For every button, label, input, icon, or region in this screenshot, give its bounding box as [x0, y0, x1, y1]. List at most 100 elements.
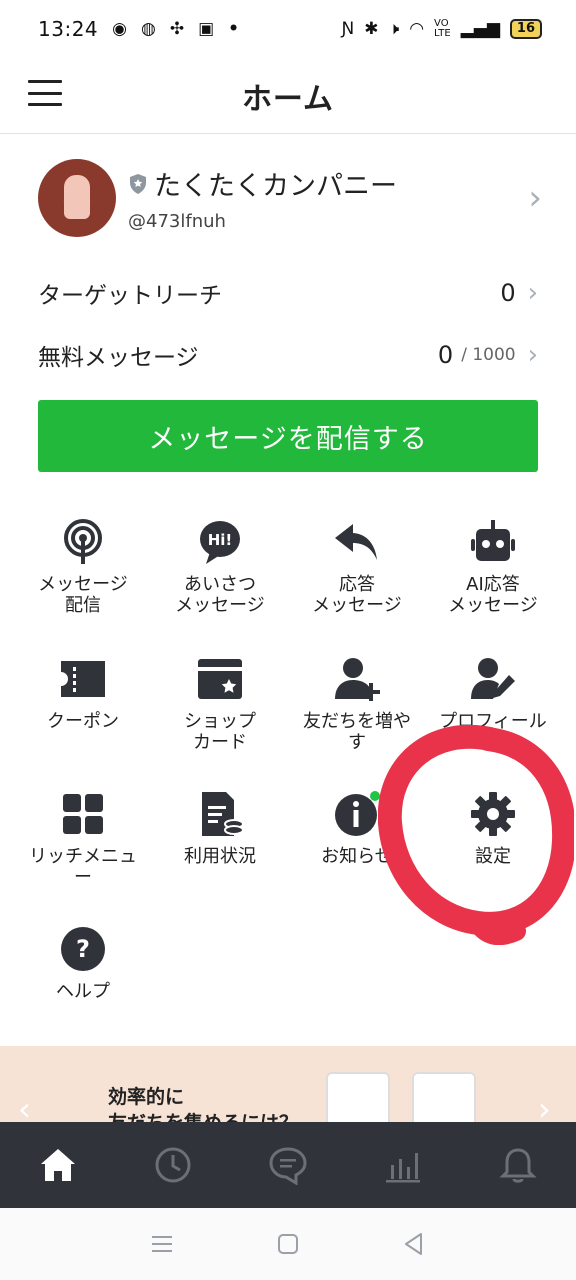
- status-time: 13:24: [38, 17, 99, 41]
- account-card[interactable]: たくたくカンパニー @473lfnuh ›: [38, 158, 542, 238]
- grid-label: メッセージ: [175, 595, 265, 616]
- bluetooth-icon: ✱: [364, 19, 379, 39]
- grid-label: 友だちを増や: [303, 711, 411, 732]
- grid-label: 設定: [475, 846, 511, 867]
- tab-chat[interactable]: [230, 1122, 345, 1208]
- grid-label: メッセージ: [38, 574, 128, 595]
- gear-icon: [471, 792, 515, 836]
- grid-item-reply[interactable]: 応答 メッセージ: [285, 518, 429, 616]
- clock-icon: [155, 1147, 191, 1183]
- grid-label: メッセージ: [448, 595, 538, 616]
- svg-text:Hi!: Hi!: [208, 531, 233, 549]
- coupon-icon: [61, 661, 105, 697]
- profile-edit-icon: [471, 658, 515, 699]
- bottom-tab-bar: [0, 1122, 576, 1208]
- grid-item-greeting[interactable]: Hi! あいさつ メッセージ: [148, 518, 292, 616]
- grid-label: クーポン: [47, 711, 119, 732]
- mute-icon: 🕨: [388, 19, 400, 39]
- phone-mockup-image: [412, 1072, 476, 1122]
- home-icon: [40, 1149, 75, 1181]
- grid-label: ー: [74, 867, 92, 888]
- chrome-icon: ◉: [112, 19, 127, 39]
- broadcast-icon: [64, 519, 102, 564]
- menu-button[interactable]: [28, 76, 62, 110]
- chevron-right-icon: ›: [528, 178, 542, 218]
- grid-item-settings[interactable]: 設定: [421, 790, 565, 867]
- battery-icon: 16: [509, 19, 542, 39]
- grid-label: あいさつ: [183, 574, 256, 595]
- add-friend-icon: [335, 658, 380, 701]
- grid-item-notice[interactable]: お知らせ: [285, 790, 429, 867]
- tab-notifications[interactable]: [461, 1122, 576, 1208]
- slack-icon: ✣: [169, 19, 185, 39]
- target-reach-row[interactable]: ターゲットリーチ 0 ›: [38, 273, 538, 313]
- grid-label: お知らせ: [321, 846, 393, 867]
- free-message-label: 無料メッセージ: [38, 345, 199, 371]
- grid-label: 利用状況: [184, 846, 256, 867]
- grid-item-rich-menu[interactable]: リッチメニュー: [11, 790, 155, 888]
- grid-item-shopcard[interactable]: ショップ カード: [148, 655, 292, 753]
- grid-item-profile[interactable]: プロフィール: [421, 655, 565, 732]
- grid-label: 配信: [64, 595, 101, 616]
- grid-item-coupon[interactable]: クーポン: [11, 655, 155, 732]
- status-bar: 13:24 ◉ ◍ ✣ ▣ • Ɲ ✱ 🕨 ◠ VO LTE ▂▄▆ 16: [0, 0, 576, 58]
- banner-line: 友だちを集めるには？: [108, 1112, 298, 1122]
- tab-analytics[interactable]: [346, 1122, 461, 1208]
- target-reach-label: ターゲットリーチ: [38, 283, 222, 309]
- promo-banner[interactable]: ‹ 効率的に 友だちを集めるには？ ›: [0, 1046, 576, 1122]
- shield-icon: [130, 173, 146, 194]
- shopcard-icon: [198, 659, 242, 699]
- grid-label: ヘルプ: [56, 981, 110, 1002]
- grid-item-broadcast[interactable]: メッセージ 配信: [11, 518, 155, 616]
- tab-home[interactable]: [0, 1122, 115, 1208]
- info-icon: [335, 791, 380, 836]
- chevron-left-icon[interactable]: ‹: [18, 1090, 31, 1122]
- grid-label: す: [348, 732, 366, 753]
- grid-label: AI応答: [466, 574, 520, 595]
- target-reach-value: 0: [500, 279, 516, 307]
- svg-text:?: ?: [76, 935, 90, 963]
- grid-item-add-friend[interactable]: 友だちを増やす: [285, 655, 429, 753]
- chevron-right-icon[interactable]: ›: [538, 1090, 551, 1122]
- back-icon[interactable]: [401, 1231, 427, 1257]
- page-title: ホーム: [241, 81, 335, 117]
- help-icon: ?: [61, 927, 105, 971]
- grid-item-usage[interactable]: 利用状況: [148, 790, 292, 867]
- account-id: @473lfnuh: [128, 211, 226, 232]
- send-message-button[interactable]: メッセージを配信する: [38, 400, 538, 472]
- grid-item-help[interactable]: ? ヘルプ: [11, 925, 155, 1002]
- facebook-icon: ▣: [198, 19, 215, 39]
- rich-menu-icon: [63, 794, 103, 834]
- banner-line: 効率的に: [108, 1086, 185, 1108]
- chevron-right-icon: ›: [527, 340, 538, 370]
- phone-mockup-image: [326, 1072, 390, 1122]
- chat-icon: [269, 1147, 307, 1185]
- grid-label: ショップ: [184, 711, 256, 732]
- system-nav-bar: [0, 1208, 576, 1280]
- free-message-row[interactable]: 無料メッセージ 0 / 1000 ›: [38, 335, 538, 375]
- grid-label: メッセージ: [312, 595, 402, 616]
- nfc-icon: Ɲ: [341, 19, 355, 39]
- line-icon: ◍: [140, 19, 156, 39]
- grid-item-ai-reply[interactable]: AI応答 メッセージ: [421, 518, 565, 616]
- tab-history[interactable]: [115, 1122, 230, 1208]
- reply-icon: [335, 524, 377, 560]
- grid-label: 応答: [338, 574, 375, 595]
- home-nav-icon[interactable]: [275, 1231, 301, 1257]
- banner-text: 効率的に 友だちを集めるには？: [108, 1084, 298, 1122]
- grid-label: カード: [193, 732, 247, 753]
- app-header: ホーム: [0, 58, 576, 134]
- recent-apps-icon[interactable]: [149, 1231, 175, 1257]
- usage-icon: [202, 792, 244, 836]
- volte-icon: VO LTE: [434, 18, 451, 39]
- free-message-limit: / 1000: [461, 345, 516, 365]
- grid-label: プロフィール: [439, 711, 547, 732]
- bell-icon: [499, 1148, 538, 1183]
- wifi-icon: ◠: [409, 19, 425, 39]
- free-message-value: 0: [437, 341, 454, 369]
- chart-icon: [386, 1153, 421, 1183]
- signal-icon: ▂▄▆: [460, 19, 500, 39]
- chevron-right-icon: ›: [527, 278, 538, 308]
- robot-icon: [471, 520, 515, 561]
- greeting-icon: Hi!: [200, 521, 240, 564]
